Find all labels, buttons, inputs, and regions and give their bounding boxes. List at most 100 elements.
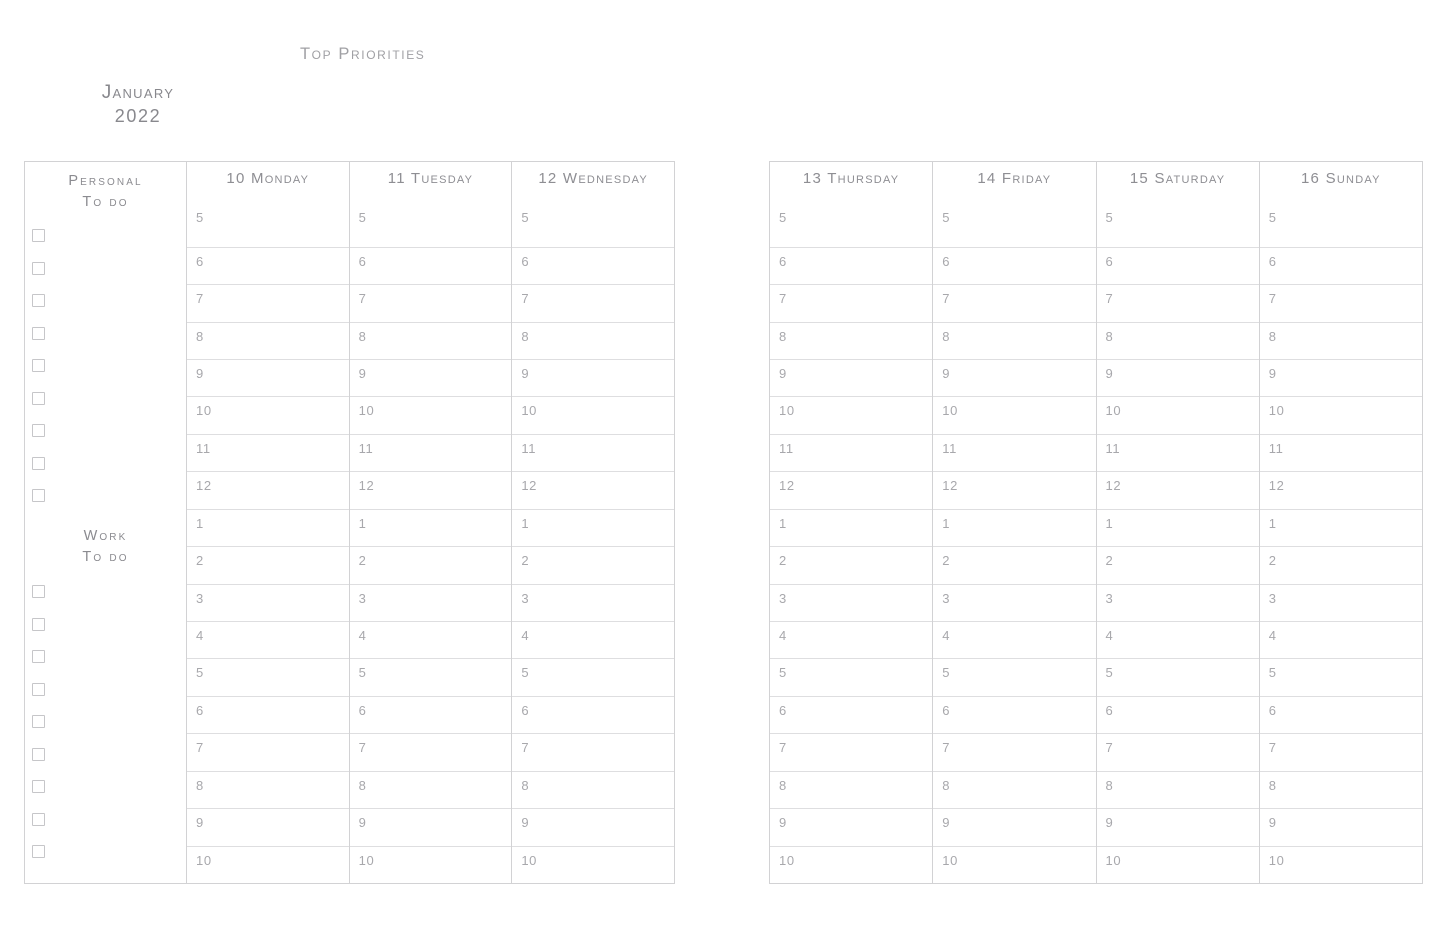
hour-slot[interactable]: 7 xyxy=(1096,284,1259,321)
hour-slot[interactable]: 6 xyxy=(770,246,933,284)
hour-slot[interactable]: 3 xyxy=(512,583,675,621)
hour-slot[interactable]: 10 xyxy=(512,396,675,433)
hour-slot[interactable]: 10 xyxy=(349,396,512,433)
work-todo-checkbox[interactable] xyxy=(32,650,45,664)
hour-slot[interactable]: 7 xyxy=(1259,733,1422,770)
hour-slot[interactable]: 5 xyxy=(350,192,512,247)
hour-slot[interactable]: 8 xyxy=(770,770,933,808)
hour-slot[interactable]: 12 xyxy=(187,471,349,508)
hour-slot[interactable]: 5 xyxy=(349,658,512,695)
hour-slot[interactable]: 12 xyxy=(933,471,1096,508)
hour-slot[interactable]: 7 xyxy=(1259,284,1422,321)
hour-slot[interactable]: 4 xyxy=(933,621,1096,658)
hour-slot[interactable]: 8 xyxy=(349,321,512,359)
work-todo-checkbox[interactable] xyxy=(32,682,45,696)
hour-slot[interactable]: 9 xyxy=(1096,808,1259,845)
hour-slot[interactable]: 8 xyxy=(770,321,933,359)
personal-todo-checkbox[interactable] xyxy=(32,294,45,308)
hour-slot[interactable]: 9 xyxy=(933,358,1096,396)
hour-slot[interactable]: 8 xyxy=(933,770,1096,808)
work-todo-checkbox[interactable] xyxy=(32,747,45,761)
hour-slot[interactable]: 4 xyxy=(1259,621,1422,658)
work-todo-checkbox[interactable] xyxy=(32,585,45,598)
hour-slot[interactable]: 6 xyxy=(1259,695,1422,733)
hour-slot[interactable]: 12 xyxy=(1096,471,1259,508)
hour-slot[interactable]: 5 xyxy=(1259,658,1422,695)
hour-slot[interactable]: 9 xyxy=(187,358,349,396)
work-todo-checkbox[interactable] xyxy=(32,617,45,631)
hour-slot[interactable]: 9 xyxy=(349,358,512,396)
personal-todo-checkbox[interactable] xyxy=(32,489,45,503)
hour-slot[interactable]: 7 xyxy=(187,733,349,770)
hour-slot[interactable]: 7 xyxy=(933,284,1096,321)
hour-slot[interactable]: 1 xyxy=(933,508,1096,546)
hour-slot[interactable]: 2 xyxy=(770,546,933,583)
hour-slot[interactable]: 6 xyxy=(933,695,1096,733)
hour-slot[interactable]: 7 xyxy=(512,733,675,770)
work-todo-checkbox[interactable] xyxy=(32,780,45,794)
hour-slot[interactable]: 10 xyxy=(933,845,1096,883)
hour-slot[interactable]: 3 xyxy=(933,583,1096,621)
hour-slot[interactable]: 5 xyxy=(187,658,349,695)
hour-slot[interactable]: 10 xyxy=(187,396,349,433)
personal-todo-checkbox[interactable] xyxy=(32,456,45,470)
hour-slot[interactable]: 8 xyxy=(1096,321,1259,359)
personal-todo-checkbox[interactable] xyxy=(32,359,45,373)
hour-slot[interactable]: 10 xyxy=(1259,396,1422,433)
hour-slot[interactable]: 11 xyxy=(187,433,349,471)
hour-slot[interactable]: 8 xyxy=(187,321,349,359)
hour-slot[interactable]: 1 xyxy=(1096,508,1259,546)
hour-slot[interactable]: 10 xyxy=(512,845,675,883)
hour-slot[interactable]: 9 xyxy=(1259,808,1422,845)
hour-slot[interactable]: 9 xyxy=(770,358,933,396)
hour-slot[interactable]: 5 xyxy=(1096,658,1259,695)
hour-slot[interactable]: 6 xyxy=(1096,246,1259,284)
hour-slot[interactable]: 9 xyxy=(512,358,675,396)
hour-slot[interactable]: 7 xyxy=(933,733,1096,770)
hour-slot[interactable]: 1 xyxy=(187,508,349,546)
personal-todo-checkbox[interactable] xyxy=(32,229,45,242)
hour-slot[interactable]: 8 xyxy=(512,321,675,359)
hour-slot[interactable]: 11 xyxy=(1259,433,1422,471)
hour-slot[interactable]: 1 xyxy=(770,508,933,546)
hour-slot[interactable]: 9 xyxy=(512,808,675,845)
hour-slot[interactable]: 10 xyxy=(1259,845,1422,883)
hour-slot[interactable]: 10 xyxy=(1096,845,1259,883)
hour-slot[interactable]: 1 xyxy=(1259,508,1422,546)
personal-todo-checkbox[interactable] xyxy=(32,326,45,340)
hour-slot[interactable]: 9 xyxy=(1259,358,1422,396)
hour-slot[interactable]: 5 xyxy=(187,192,349,247)
hour-slot[interactable]: 5 xyxy=(770,192,932,247)
hour-slot[interactable]: 9 xyxy=(933,808,1096,845)
hour-slot[interactable]: 5 xyxy=(512,192,674,247)
hour-slot[interactable]: 9 xyxy=(770,808,933,845)
hour-slot[interactable]: 5 xyxy=(512,658,675,695)
hour-slot[interactable]: 7 xyxy=(349,733,512,770)
hour-slot[interactable]: 11 xyxy=(1096,433,1259,471)
hour-slot[interactable]: 4 xyxy=(512,621,675,658)
hour-slot[interactable]: 2 xyxy=(349,546,512,583)
hour-slot[interactable]: 3 xyxy=(1096,583,1259,621)
hour-slot[interactable]: 12 xyxy=(1259,471,1422,508)
hour-slot[interactable]: 4 xyxy=(349,621,512,658)
hour-slot[interactable]: 7 xyxy=(770,733,933,770)
hour-slot[interactable]: 2 xyxy=(933,546,1096,583)
hour-slot[interactable]: 8 xyxy=(1259,770,1422,808)
hour-slot[interactable]: 6 xyxy=(349,695,512,733)
hour-slot[interactable]: 5 xyxy=(1260,192,1422,247)
hour-slot[interactable]: 10 xyxy=(770,396,933,433)
hour-slot[interactable]: 10 xyxy=(187,845,349,883)
hour-slot[interactable]: 8 xyxy=(512,770,675,808)
hour-slot[interactable]: 3 xyxy=(770,583,933,621)
hour-slot[interactable]: 5 xyxy=(933,658,1096,695)
hour-slot[interactable]: 5 xyxy=(770,658,933,695)
hour-slot[interactable]: 7 xyxy=(187,284,349,321)
hour-slot[interactable]: 5 xyxy=(1097,192,1259,247)
hour-slot[interactable]: 1 xyxy=(512,508,675,546)
hour-slot[interactable]: 7 xyxy=(349,284,512,321)
hour-slot[interactable]: 12 xyxy=(770,471,933,508)
hour-slot[interactable]: 6 xyxy=(349,246,512,284)
hour-slot[interactable]: 11 xyxy=(933,433,1096,471)
hour-slot[interactable]: 2 xyxy=(187,546,349,583)
hour-slot[interactable]: 6 xyxy=(187,695,349,733)
